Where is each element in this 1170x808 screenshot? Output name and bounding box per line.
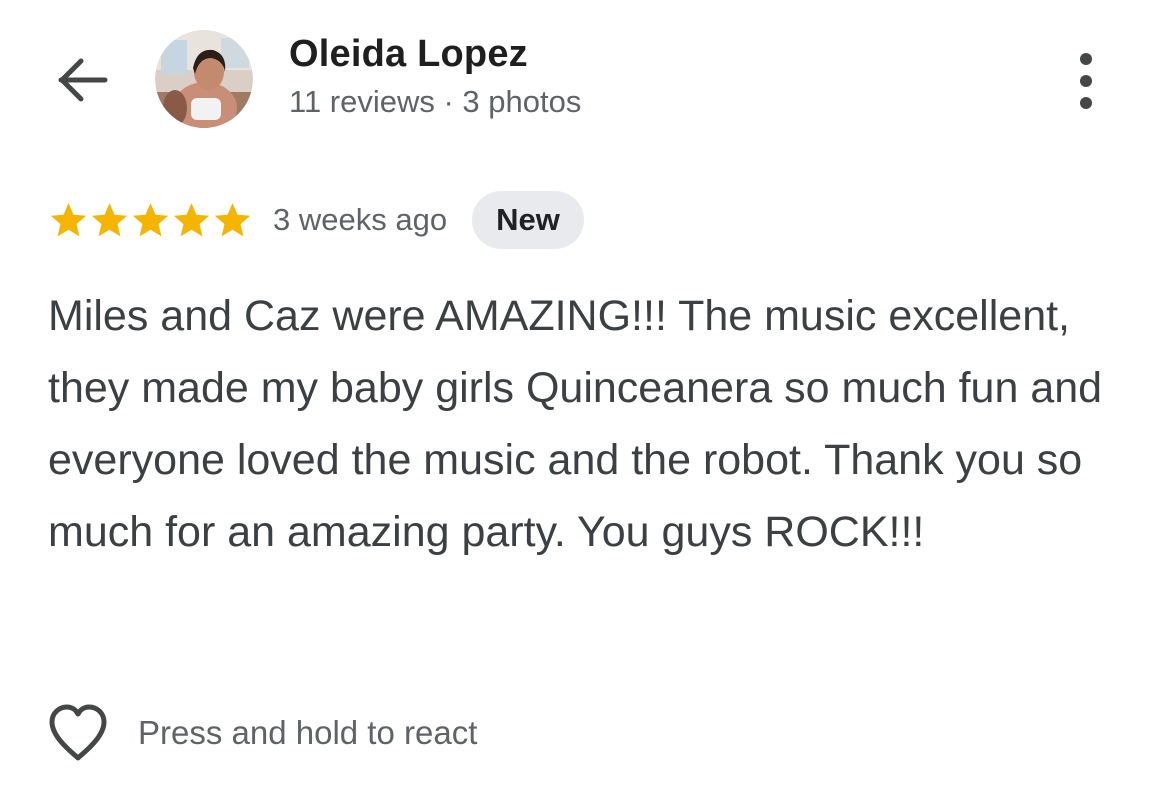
react-label: Press and hold to react	[138, 714, 478, 751]
back-button[interactable]	[52, 50, 114, 110]
author-name[interactable]: Oleida Lopez	[289, 33, 528, 76]
star-rating	[48, 200, 253, 241]
avatar[interactable]	[155, 30, 253, 128]
rating-row: 3 weeks ago New	[48, 190, 584, 250]
review-text: Miles and Caz were AMAZING!!! The music …	[48, 292, 1103, 556]
avatar-photo	[155, 30, 253, 128]
star-icon	[91, 202, 128, 236]
new-badge: New	[472, 191, 584, 249]
heart-outline-icon	[49, 704, 107, 761]
review-detail-page: Oleida Lopez 11 reviews · 3 photos 3 wee…	[0, 0, 1170, 808]
react-button[interactable]: Press and hold to react	[46, 700, 477, 766]
star-icon	[214, 202, 251, 236]
star-icon	[173, 202, 210, 236]
more-vertical-icon	[1080, 53, 1092, 109]
star-icon	[132, 202, 169, 236]
author-meta: 11 reviews · 3 photos	[289, 84, 582, 119]
more-options-button[interactable]	[1060, 48, 1112, 114]
arrow-back-icon	[58, 58, 108, 102]
star-icon	[50, 202, 87, 236]
review-time: 3 weeks ago	[273, 202, 448, 237]
